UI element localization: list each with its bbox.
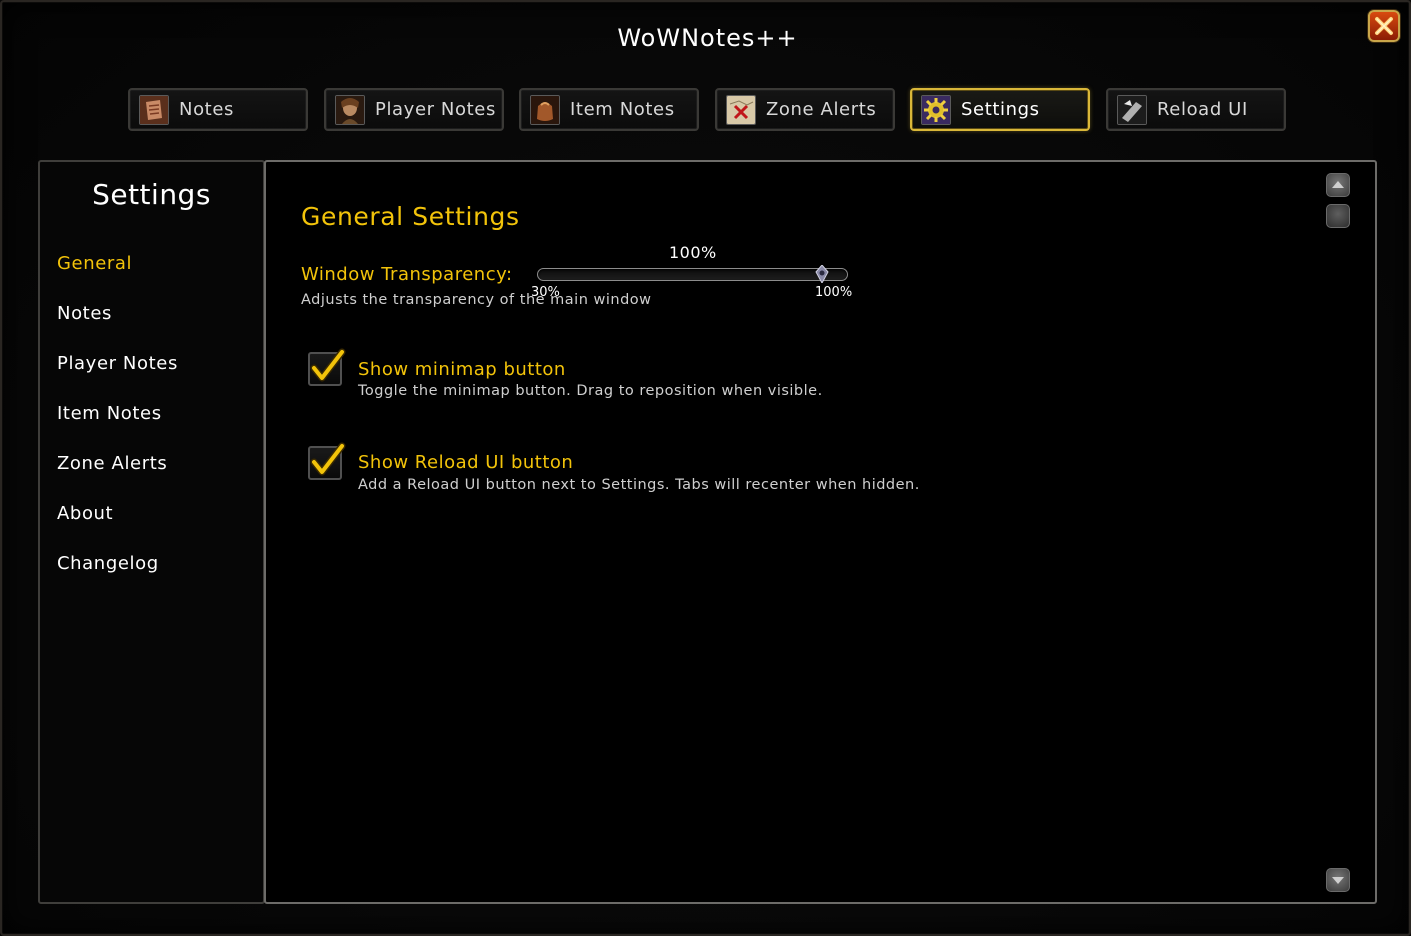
checkmark-icon <box>310 442 346 476</box>
tab-zone-alerts[interactable]: Zone Alerts <box>715 88 895 131</box>
sidebar-item-zone-alerts[interactable]: Zone Alerts <box>57 453 167 474</box>
arrow-up-icon <box>1332 181 1344 188</box>
sidebar-item-changelog[interactable]: Changelog <box>57 553 159 574</box>
close-icon <box>1375 17 1393 35</box>
player-portrait-icon <box>335 94 365 125</box>
minimap-label: Show minimap button <box>358 359 566 380</box>
tab-player-notes[interactable]: Player Notes <box>324 88 504 131</box>
main-window: WoWNotes++ Notes Player Notes Item Notes… <box>0 0 1411 936</box>
transparency-slider-thumb[interactable] <box>815 264 829 285</box>
settings-content-panel: General Settings 100% Window Transparenc… <box>264 160 1377 904</box>
checkmark-icon <box>310 348 346 382</box>
slider-max-label: 100% <box>815 285 853 300</box>
close-button[interactable] <box>1368 10 1400 42</box>
tab-settings[interactable]: Settings <box>910 88 1090 131</box>
tab-reload-ui[interactable]: Reload UI <box>1106 88 1286 131</box>
zone-map-icon <box>726 94 756 125</box>
tab-item-notes[interactable]: Item Notes <box>519 88 699 131</box>
sidebar-item-about[interactable]: About <box>57 503 113 524</box>
window-title: WoWNotes++ <box>617 24 798 52</box>
notes-scroll-icon <box>139 94 169 125</box>
tab-notes-label: Notes <box>179 99 234 120</box>
reload-icon <box>1117 94 1147 125</box>
page-title: General Settings <box>301 202 520 231</box>
minimap-description: Toggle the minimap button. Drag to repos… <box>358 383 823 399</box>
slider-min-label: 30% <box>531 285 560 300</box>
reload-ui-checkbox[interactable] <box>308 442 346 480</box>
item-bag-icon <box>530 94 560 125</box>
tab-settings-label: Settings <box>961 99 1040 120</box>
tab-player-notes-label: Player Notes <box>375 99 496 120</box>
transparency-description: Adjusts the transparency of the main win… <box>301 292 652 308</box>
minimap-checkbox[interactable] <box>308 348 346 386</box>
settings-sidebar: Settings General Notes Player Notes Item… <box>38 160 265 904</box>
settings-gear-icon <box>921 94 951 125</box>
sidebar-item-player-notes[interactable]: Player Notes <box>57 353 178 374</box>
transparency-label: Window Transparency: <box>301 264 513 285</box>
sidebar-item-general[interactable]: General <box>57 253 132 274</box>
tab-item-notes-label: Item Notes <box>570 99 675 120</box>
tab-reload-ui-label: Reload UI <box>1157 99 1248 120</box>
reload-ui-description: Add a Reload UI button next to Settings.… <box>358 477 920 493</box>
sidebar-item-notes[interactable]: Notes <box>57 303 112 324</box>
arrow-down-icon <box>1332 877 1344 884</box>
sidebar-item-item-notes[interactable]: Item Notes <box>57 403 162 424</box>
scrollbar-thumb[interactable] <box>1326 204 1350 228</box>
tab-notes[interactable]: Notes <box>128 88 308 131</box>
transparency-slider[interactable] <box>537 268 848 281</box>
scroll-down-button[interactable] <box>1326 868 1350 892</box>
transparency-value: 100% <box>669 243 717 262</box>
tab-zone-alerts-label: Zone Alerts <box>766 99 877 120</box>
reload-ui-label: Show Reload UI button <box>358 452 574 473</box>
sidebar-title: Settings <box>92 178 211 211</box>
scroll-up-button[interactable] <box>1326 173 1350 197</box>
